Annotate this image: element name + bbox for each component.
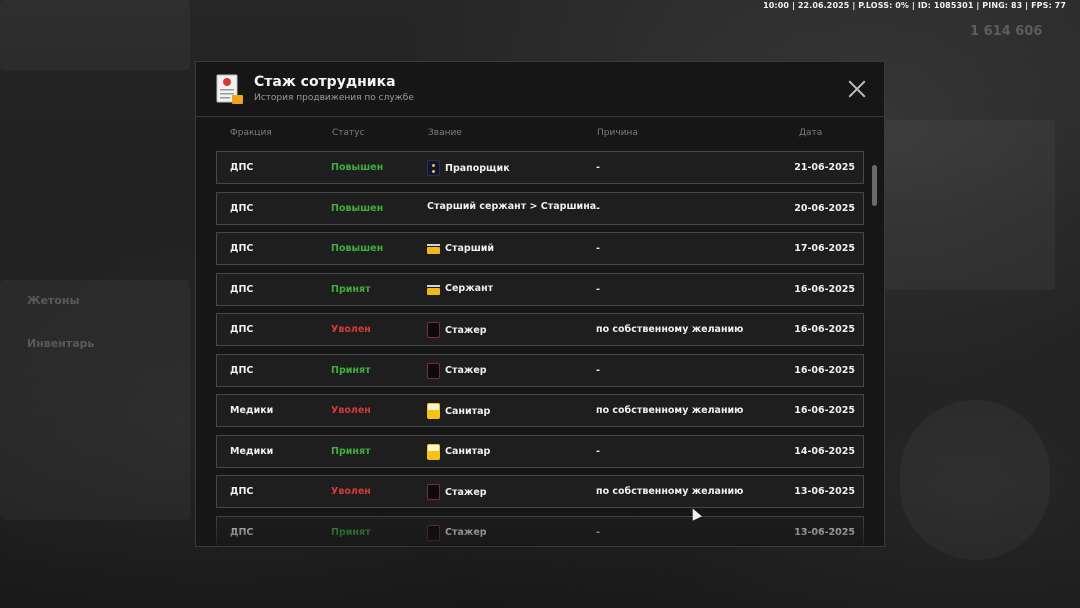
cell-date: 13-06-2025 <box>794 486 855 497</box>
cell-rank: Стажер <box>427 322 487 338</box>
table-row: ДПС Принят Стажер - 16-06-2025 <box>216 353 864 387</box>
table-header: Фракция Статус Звание Причина Дата <box>196 124 884 140</box>
cell-rank: Сержант <box>427 282 493 296</box>
cell-rank: Стажер <box>427 362 487 379</box>
rank-label: Старший сержант > Старшина <box>427 200 597 212</box>
cell-faction: ДПС <box>230 162 254 173</box>
rank-badge-icon <box>427 403 440 419</box>
rank-label: Прапорщик <box>445 162 510 174</box>
rank-badge-icon <box>427 443 440 460</box>
modal-header: Стаж сотрудника История продвижения по с… <box>196 62 884 117</box>
cell-date: 16-06-2025 <box>794 405 855 416</box>
table-row: ДПС Повышен Прапорщик - 21-06-2025 <box>216 151 864 184</box>
column-header-faction: Фракция <box>230 128 272 138</box>
cell-status: Принят <box>331 283 371 295</box>
cell-rank: Старший <box>427 241 494 255</box>
cell-status: Повышен <box>331 243 384 254</box>
rank-badge-icon <box>427 362 440 379</box>
hud-status-bar: 10:00 | 22.06.2025 | P.LOSS: 0% | ID: 10… <box>763 1 1066 10</box>
background-inventory-label: Инвентарь <box>27 337 95 350</box>
cell-faction: ДПС <box>230 364 254 376</box>
cell-status: Принят <box>331 364 371 376</box>
document-icon <box>216 74 243 104</box>
cell-status: Уволен <box>331 405 371 416</box>
table-row: ДПС Повышен Старший - 17-06-2025 <box>216 232 864 265</box>
column-header-date: Дата <box>799 128 823 138</box>
rank-label: Стажер <box>445 527 487 538</box>
rank-badge-icon <box>427 241 440 255</box>
cell-date: 21-06-2025 <box>794 162 855 173</box>
cell-rank: Санитар <box>427 403 490 419</box>
rank-label: Сержант <box>445 283 494 294</box>
rank-label: Стажер <box>445 486 487 498</box>
cell-rank: Стажер <box>427 484 487 500</box>
cell-reason: - <box>596 202 600 214</box>
cell-reason: по собственному желанию <box>596 405 744 416</box>
rank-badge-icon <box>427 282 440 296</box>
rank-label: Стажер <box>445 365 487 376</box>
rank-badge-icon <box>427 160 440 176</box>
cell-reason: - <box>596 162 600 173</box>
modal-subtitle: История продвижения по службе <box>254 93 414 103</box>
cell-status: Принят <box>331 445 371 457</box>
scrollbar-thumb[interactable] <box>872 165 877 206</box>
rank-label: Стажер <box>445 324 487 336</box>
column-header-status: Статус <box>332 128 365 138</box>
cell-rank: Санитар <box>427 443 491 460</box>
cell-date: 16-06-2025 <box>794 364 855 376</box>
table-row: ДПС Уволен Стажер по собственному желани… <box>216 475 864 508</box>
cell-reason: - <box>596 445 600 457</box>
table-row: ДПС Уволен Стажер по собственному желани… <box>216 313 864 346</box>
cell-reason: по собственному желанию <box>596 324 744 335</box>
employee-history-modal: Стаж сотрудника История продвижения по с… <box>195 61 885 547</box>
table-row: ДПС Принят Стажер - 13-06-2025 <box>216 515 864 546</box>
cell-date: 17-06-2025 <box>794 243 855 254</box>
cell-reason: по собственному желанию <box>596 486 744 497</box>
cell-status: Принят <box>331 526 371 538</box>
cell-reason: - <box>596 243 600 254</box>
rank-label: Санитар <box>445 405 491 417</box>
table-row: ДПС Повышен Старший сержант > Старшина -… <box>216 191 864 225</box>
background-tokens-label: Жетоны <box>27 294 80 307</box>
table-row: Медики Уволен Санитар по собственному же… <box>216 394 864 427</box>
table-row: ДПС Принят Сержант - 16-06-2025 <box>216 272 864 306</box>
cell-date: 16-06-2025 <box>794 283 855 295</box>
rank-label: Старший <box>445 242 495 254</box>
cell-reason: - <box>596 526 600 538</box>
cell-rank: Стажер <box>427 524 487 541</box>
cell-rank: Старший сержант > Старшина <box>427 201 596 212</box>
cell-status: Уволен <box>331 486 371 497</box>
cell-faction: ДПС <box>230 243 254 254</box>
cell-date: 13-06-2025 <box>794 526 855 538</box>
modal-title: Стаж сотрудника <box>254 74 396 90</box>
cell-date: 14-06-2025 <box>794 445 855 457</box>
column-header-reason: Причина <box>597 128 638 138</box>
rank-badge-icon <box>427 322 440 338</box>
cell-reason: - <box>596 364 600 376</box>
rank-badge-icon <box>427 524 440 541</box>
cell-status: Уволен <box>331 324 371 335</box>
rank-badge-icon <box>427 484 440 500</box>
cell-rank: Прапорщик <box>427 160 510 176</box>
cell-reason: - <box>596 283 600 295</box>
close-icon[interactable] <box>848 80 866 98</box>
cell-date: 20-06-2025 <box>794 202 855 214</box>
cell-faction: ДПС <box>230 283 254 295</box>
cell-status: Повышен <box>331 162 384 173</box>
cell-faction: ДПС <box>230 324 254 335</box>
cell-faction: Медики <box>230 405 274 416</box>
table-row: Медики Принят Санитар - 14-06-2025 <box>216 434 864 468</box>
cell-status: Повышен <box>331 202 384 214</box>
cell-faction: ДПС <box>230 526 254 538</box>
cell-date: 16-06-2025 <box>794 324 855 335</box>
cell-faction: Медики <box>230 445 274 457</box>
cell-faction: ДПС <box>230 202 254 214</box>
column-header-rank: Звание <box>428 128 462 138</box>
background-money: 1 614 606 <box>970 24 1043 39</box>
rank-label: Санитар <box>445 446 491 457</box>
cell-faction: ДПС <box>230 486 254 497</box>
